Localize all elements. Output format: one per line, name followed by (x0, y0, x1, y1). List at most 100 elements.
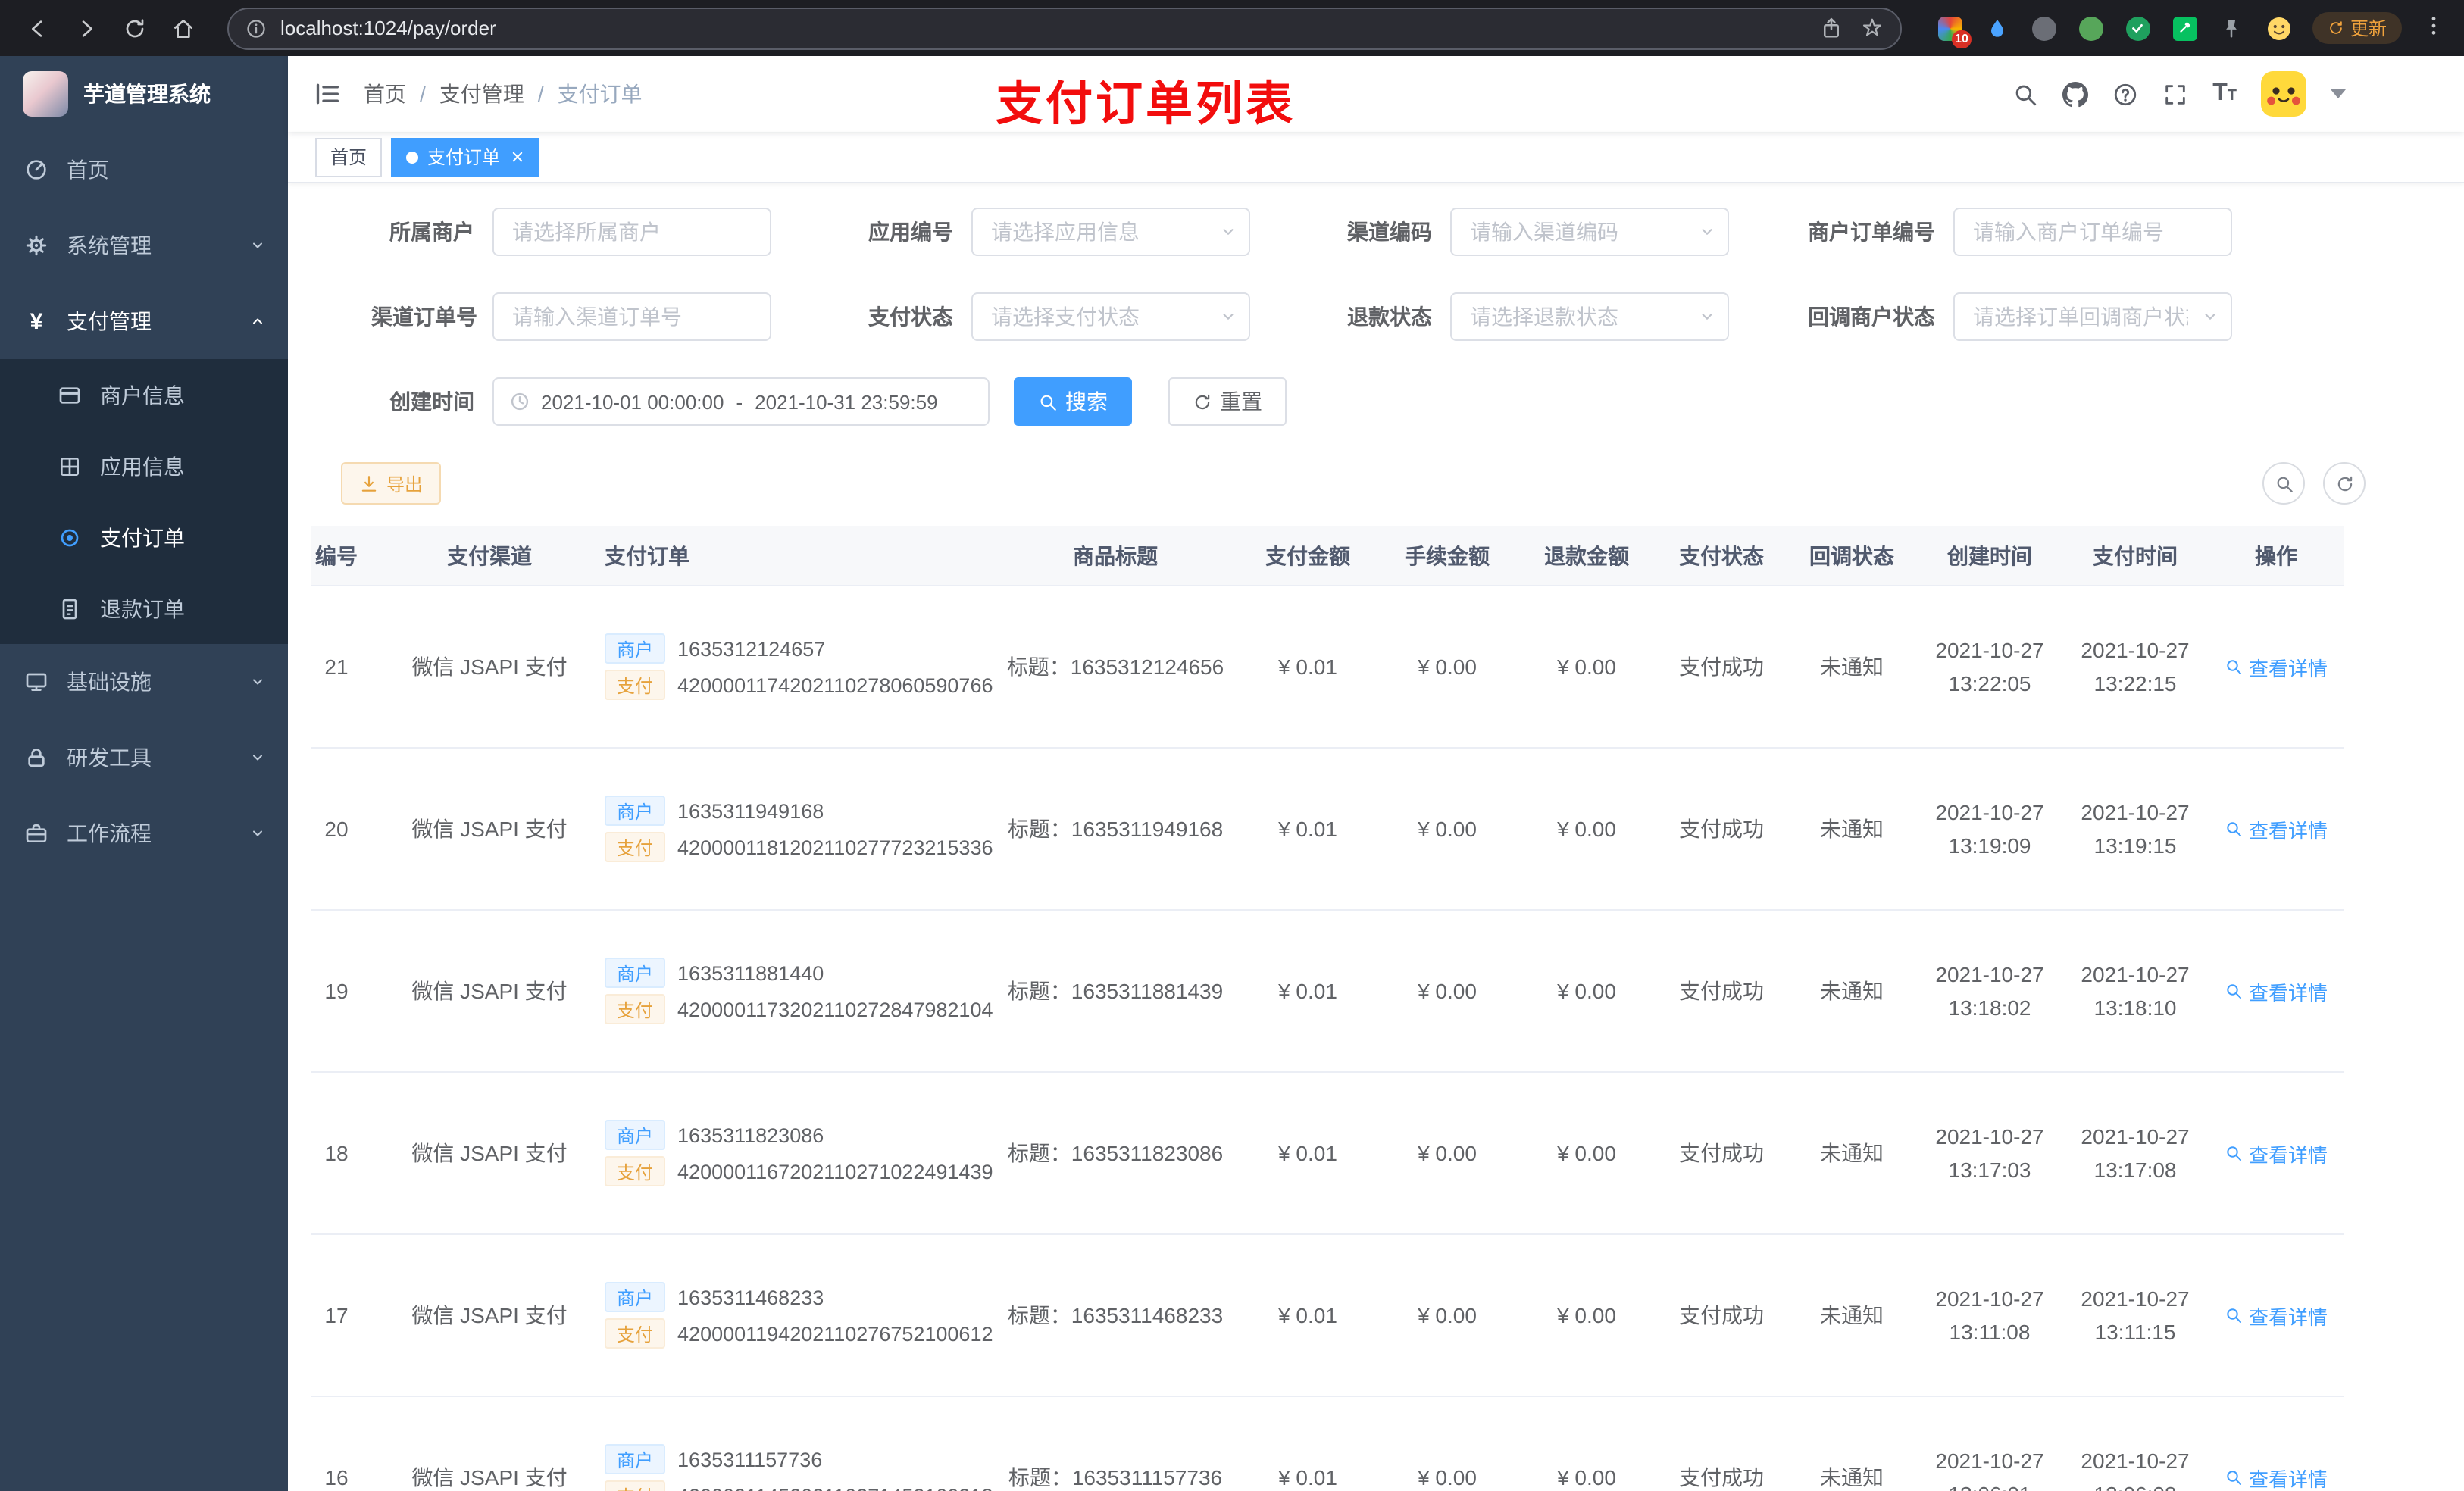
fullscreen-icon[interactable] (2162, 81, 2188, 107)
refund-status-select[interactable] (1450, 292, 1729, 341)
breadcrumb-item-home[interactable]: 首页 (364, 79, 406, 109)
sidebar-item-home[interactable]: 首页 (0, 132, 288, 208)
merchant-tag: 商户 (605, 1120, 666, 1150)
cell-notify-status: 未通知 (1820, 1141, 1884, 1165)
export-button[interactable]: 导出 (341, 462, 442, 505)
cell-amount: ¥ 0.01 (1278, 979, 1337, 1003)
table-row: 20 微信 JSAPI 支付 商户 1635311949168 支付 4200001… (311, 749, 2344, 911)
view-detail-link[interactable]: 查看详情 (2225, 1301, 2328, 1330)
sidebar-subitem-pay-order[interactable]: 支付订单 (0, 502, 288, 573)
cell-create-time: 2021-10-27 13:18:02 (1935, 962, 2044, 1020)
table-row: 21 微信 JSAPI 支付 商户 1635312124657 支付 4200001… (311, 586, 2344, 749)
refresh-table-button[interactable] (2323, 462, 2366, 505)
update-button[interactable]: 更新 (2312, 12, 2402, 44)
extension-green-circle-icon[interactable] (2078, 14, 2105, 42)
sidebar-item-system[interactable]: 系统管理 (0, 208, 288, 283)
browser-forward-button[interactable] (67, 8, 106, 48)
filter-app-no: 应用编号 (850, 208, 1250, 256)
user-avatar[interactable] (2261, 71, 2306, 117)
table-row: 17 微信 JSAPI 支付 商户 1635311468233 支付 4200001… (311, 1235, 2344, 1397)
merchant-tag: 商户 (605, 1444, 666, 1474)
cell-pay-time: 2021-10-27 13:11:15 (2081, 1286, 2190, 1344)
filter-label: 回调商户状态 (1808, 305, 1935, 329)
cell-pay-status: 支付成功 (1679, 979, 1764, 1003)
cell-pay-time: 2021-10-2713:06:08 (2081, 1449, 2190, 1491)
browser-reload-button[interactable] (115, 8, 155, 48)
url-bar[interactable]: localhost:1024/pay/order (227, 7, 1902, 49)
cell-notify-status: 未通知 (1820, 817, 1884, 841)
channel-code-select[interactable] (1450, 208, 1729, 256)
tab-pay-order[interactable]: 支付订单 (391, 137, 540, 177)
bookmark-star-icon[interactable] (1861, 17, 1884, 39)
clock-icon (509, 391, 530, 412)
view-detail-link[interactable]: 查看详情 (2225, 1463, 2328, 1491)
browser-menu-button[interactable] (2422, 14, 2446, 42)
font-size-icon[interactable]: TT (2212, 80, 2237, 108)
cell-refund: ¥ 0.00 (1557, 1465, 1616, 1489)
site-info-icon[interactable] (245, 17, 267, 39)
date-range-separator: - (736, 390, 743, 413)
sidebar-item-devtools[interactable]: 研发工具 (0, 720, 288, 796)
filter-label: 退款状态 (1347, 305, 1432, 329)
cell-pay-status: 支付成功 (1679, 655, 1764, 679)
tab-home[interactable]: 首页 (315, 137, 383, 177)
col-header-order: 支付订单 (605, 543, 689, 567)
card-icon (58, 383, 82, 407)
chevron-up-icon (249, 312, 267, 330)
sidebar-subitem-merchant-info[interactable]: 商户信息 (0, 359, 288, 430)
browser-home-button[interactable] (164, 8, 203, 48)
filter-label: 创建时间 (389, 389, 474, 414)
view-detail-link[interactable]: 查看详情 (2225, 814, 2328, 843)
date-range-input[interactable]: 2021-10-01 00:00:00 - 2021-10-31 23:59:5… (492, 377, 990, 426)
cell-pay-status: 支付成功 (1679, 1303, 1764, 1327)
filter-merchant: 所属商户 (371, 208, 771, 256)
app-no-select[interactable] (971, 208, 1250, 256)
sidebar-item-infra[interactable]: 基础设施 (0, 644, 288, 720)
extension-colorful-icon[interactable]: 10 (1937, 14, 1972, 48)
docs-question-icon[interactable] (2112, 81, 2138, 107)
extension-check-circle-icon[interactable] (2125, 14, 2152, 42)
record-icon (58, 525, 82, 549)
view-detail-link[interactable]: 查看详情 (2225, 652, 2328, 681)
sidebar-subitem-refund-order[interactable]: 退款订单 (0, 573, 288, 644)
merchant-order-no-input[interactable] (1953, 208, 2232, 256)
tab-close-icon[interactable] (509, 149, 524, 164)
cell-amount: ¥ 0.01 (1278, 1141, 1337, 1165)
search-icon[interactable] (2012, 81, 2038, 107)
reset-button[interactable]: 重置 (1168, 377, 1287, 426)
search-icon (2274, 474, 2294, 493)
cell-order: 商户1635311157736 支付4200001145202110271452… (586, 1438, 993, 1491)
merchant-select[interactable] (492, 208, 771, 256)
col-header-pay-status: 支付状态 (1679, 543, 1764, 567)
url-text[interactable]: localhost:1024/pay/order (280, 17, 1788, 39)
search-button[interactable]: 搜索 (1014, 377, 1132, 426)
extension-pin-icon[interactable] (2219, 14, 2246, 42)
breadcrumb-item-pay[interactable]: 支付管理 (439, 79, 524, 109)
sidebar-item-workflow[interactable]: 工作流程 (0, 796, 288, 871)
cell-title: 标题：1635311949168 (1007, 817, 1224, 841)
extension-gray-circle-icon[interactable] (2031, 14, 2058, 42)
sidebar-subitem-app-info[interactable]: 应用信息 (0, 430, 288, 502)
browser-profile-avatar[interactable] (2265, 14, 2293, 42)
pay-tag: 支付 (605, 1318, 666, 1349)
github-icon[interactable] (2062, 81, 2088, 107)
toggle-search-button[interactable] (2262, 462, 2305, 505)
cell-title: 标题：1635311881439 (1007, 979, 1224, 1003)
pay-status-select[interactable] (971, 292, 1250, 341)
share-icon[interactable] (1820, 17, 1843, 39)
view-detail-link[interactable]: 查看详情 (2225, 1139, 2328, 1167)
extension-drop-icon[interactable] (1984, 14, 2011, 42)
extension-devtool-icon[interactable] (2172, 14, 2199, 42)
notify-status-select[interactable] (1953, 292, 2232, 341)
view-detail-link[interactable]: 查看详情 (2225, 977, 2328, 1005)
avatar-caret-icon[interactable] (2331, 89, 2346, 98)
pay-tag: 支付 (605, 1480, 666, 1491)
cell-create-time: 2021-10-27 13:17:03 (1935, 1124, 2044, 1182)
cell-refund: ¥ 0.00 (1557, 817, 1616, 841)
fold-sidebar-button[interactable] (312, 79, 342, 109)
sidebar-item-pay[interactable]: ¥ 支付管理 (0, 283, 288, 359)
cell-notify-status: 未通知 (1820, 1303, 1884, 1327)
pay-tag: 支付 (605, 994, 666, 1024)
browser-back-button[interactable] (18, 8, 58, 48)
channel-order-no-input[interactable] (492, 292, 771, 341)
